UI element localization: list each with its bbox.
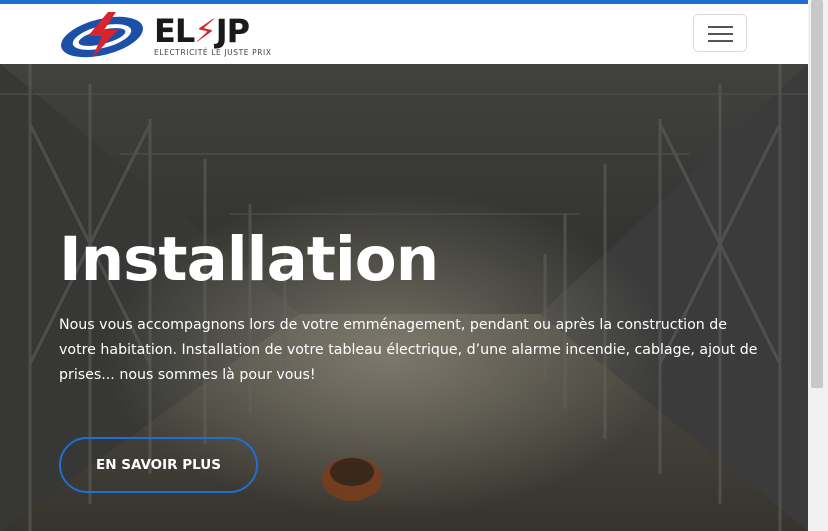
learn-more-button[interactable]: EN SAVOIR PLUS: [59, 437, 258, 493]
hero-description: Nous vous accompagnons lors de votre emm…: [59, 317, 758, 383]
hero-title: Installation: [59, 224, 439, 295]
logo-tagline: ELECTRICITÉ LE JUSTE PRIX: [154, 48, 272, 57]
hero-section: Installation Nous vous accompagnons lors…: [0, 64, 808, 531]
menu-toggle-button[interactable]: [693, 14, 747, 52]
site-logo[interactable]: EL⚡JP ELECTRICITÉ LE JUSTE PRIX: [58, 10, 271, 60]
hamburger-icon: [708, 26, 733, 28]
hamburger-icon-bar: [708, 33, 733, 35]
site-header: EL⚡JP ELECTRICITÉ LE JUSTE PRIX: [0, 4, 808, 64]
scrollbar-thumb[interactable]: [811, 0, 823, 388]
logo-wordmark: EL⚡JP: [154, 12, 250, 50]
lightning-globe-icon: [61, 12, 143, 58]
hamburger-icon-bar: [708, 40, 733, 42]
